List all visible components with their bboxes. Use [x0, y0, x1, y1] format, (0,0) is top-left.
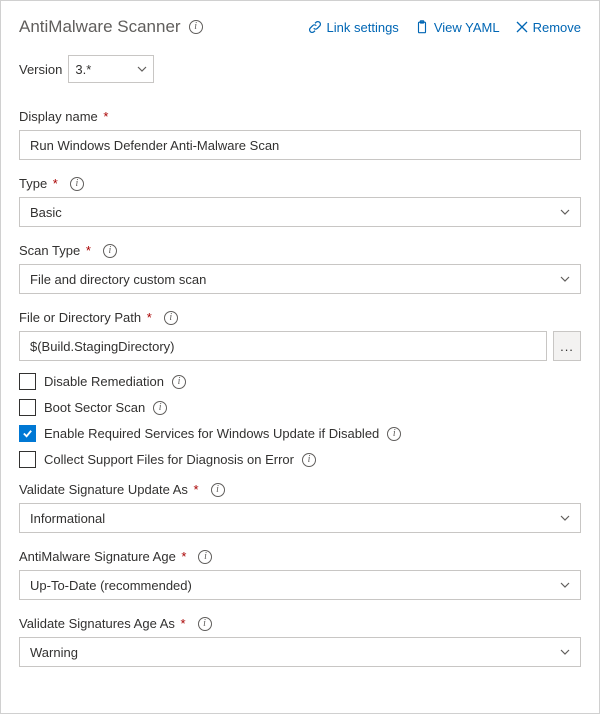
- page-title: AntiMalware Scanner: [19, 17, 181, 37]
- info-icon[interactable]: i: [70, 177, 84, 191]
- info-icon[interactable]: i: [302, 453, 316, 467]
- path-label: File or Directory Path *: [19, 310, 152, 325]
- info-icon[interactable]: i: [153, 401, 167, 415]
- version-select[interactable]: 3.*: [68, 55, 154, 83]
- chevron-down-icon: [560, 209, 570, 215]
- disable-remediation-label: Disable Remediation: [44, 374, 164, 389]
- clipboard-icon: [415, 20, 429, 34]
- info-icon[interactable]: i: [198, 617, 212, 631]
- chevron-down-icon: [560, 649, 570, 655]
- boot-sector-row: Boot Sector Scan i: [19, 399, 581, 416]
- task-settings-panel: AntiMalware Scanner i Link settings View…: [0, 0, 600, 714]
- scan-type-label: Scan Type *: [19, 243, 91, 258]
- view-yaml-button[interactable]: View YAML: [415, 20, 500, 35]
- path-field: File or Directory Path * i ...: [19, 310, 581, 361]
- type-value: Basic: [30, 205, 62, 220]
- header-actions: Link settings View YAML Remove: [308, 20, 581, 35]
- scan-type-field: Scan Type * i File and directory custom …: [19, 243, 581, 294]
- chevron-down-icon: [560, 582, 570, 588]
- scan-type-value: File and directory custom scan: [30, 272, 206, 287]
- chevron-down-icon: [137, 66, 147, 72]
- link-icon: [308, 20, 322, 34]
- validate-sig-age-select[interactable]: Warning: [19, 637, 581, 667]
- version-label: Version: [19, 62, 62, 77]
- info-icon[interactable]: i: [172, 375, 186, 389]
- remove-button[interactable]: Remove: [516, 20, 581, 35]
- remove-label: Remove: [533, 20, 581, 35]
- link-settings-button[interactable]: Link settings: [308, 20, 399, 35]
- validate-sig-age-value: Warning: [30, 645, 78, 660]
- options-checkbox-group: Disable Remediation i Boot Sector Scan i…: [19, 373, 581, 468]
- header: AntiMalware Scanner i Link settings View…: [19, 17, 581, 37]
- collect-support-row: Collect Support Files for Diagnosis on E…: [19, 451, 581, 468]
- path-browse-button[interactable]: ...: [553, 331, 581, 361]
- validate-sig-update-value: Informational: [30, 511, 105, 526]
- type-label: Type *: [19, 176, 58, 191]
- sig-age-label: AntiMalware Signature Age *: [19, 549, 186, 564]
- chevron-down-icon: [560, 276, 570, 282]
- disable-remediation-checkbox[interactable]: [19, 373, 36, 390]
- boot-sector-label: Boot Sector Scan: [44, 400, 145, 415]
- sig-age-field: AntiMalware Signature Age * i Up-To-Date…: [19, 549, 581, 600]
- validate-sig-update-field: Validate Signature Update As * i Informa…: [19, 482, 581, 533]
- disable-remediation-row: Disable Remediation i: [19, 373, 581, 390]
- validate-sig-age-label: Validate Signatures Age As *: [19, 616, 186, 631]
- version-row: Version 3.*: [19, 55, 581, 83]
- boot-sector-checkbox[interactable]: [19, 399, 36, 416]
- collect-support-label: Collect Support Files for Diagnosis on E…: [44, 452, 294, 467]
- validate-sig-update-select[interactable]: Informational: [19, 503, 581, 533]
- display-name-input[interactable]: [19, 130, 581, 160]
- sig-age-value: Up-To-Date (recommended): [30, 578, 192, 593]
- enable-services-checkbox[interactable]: [19, 425, 36, 442]
- enable-services-label: Enable Required Services for Windows Upd…: [44, 426, 379, 441]
- chevron-down-icon: [560, 515, 570, 521]
- validate-sig-age-field: Validate Signatures Age As * i Warning: [19, 616, 581, 667]
- enable-services-row: Enable Required Services for Windows Upd…: [19, 425, 581, 442]
- display-name-label: Display name *: [19, 109, 108, 124]
- version-value: 3.*: [75, 62, 91, 77]
- validate-sig-update-label: Validate Signature Update As *: [19, 482, 199, 497]
- view-yaml-label: View YAML: [434, 20, 500, 35]
- info-icon[interactable]: i: [198, 550, 212, 564]
- info-icon[interactable]: i: [211, 483, 225, 497]
- close-icon: [516, 21, 528, 33]
- path-input[interactable]: [19, 331, 547, 361]
- scan-type-select[interactable]: File and directory custom scan: [19, 264, 581, 294]
- sig-age-select[interactable]: Up-To-Date (recommended): [19, 570, 581, 600]
- collect-support-checkbox[interactable]: [19, 451, 36, 468]
- info-icon[interactable]: i: [164, 311, 178, 325]
- info-icon[interactable]: i: [189, 20, 203, 34]
- display-name-field: Display name *: [19, 109, 581, 160]
- info-icon[interactable]: i: [103, 244, 117, 258]
- type-select[interactable]: Basic: [19, 197, 581, 227]
- type-field: Type * i Basic: [19, 176, 581, 227]
- info-icon[interactable]: i: [387, 427, 401, 441]
- link-settings-label: Link settings: [327, 20, 399, 35]
